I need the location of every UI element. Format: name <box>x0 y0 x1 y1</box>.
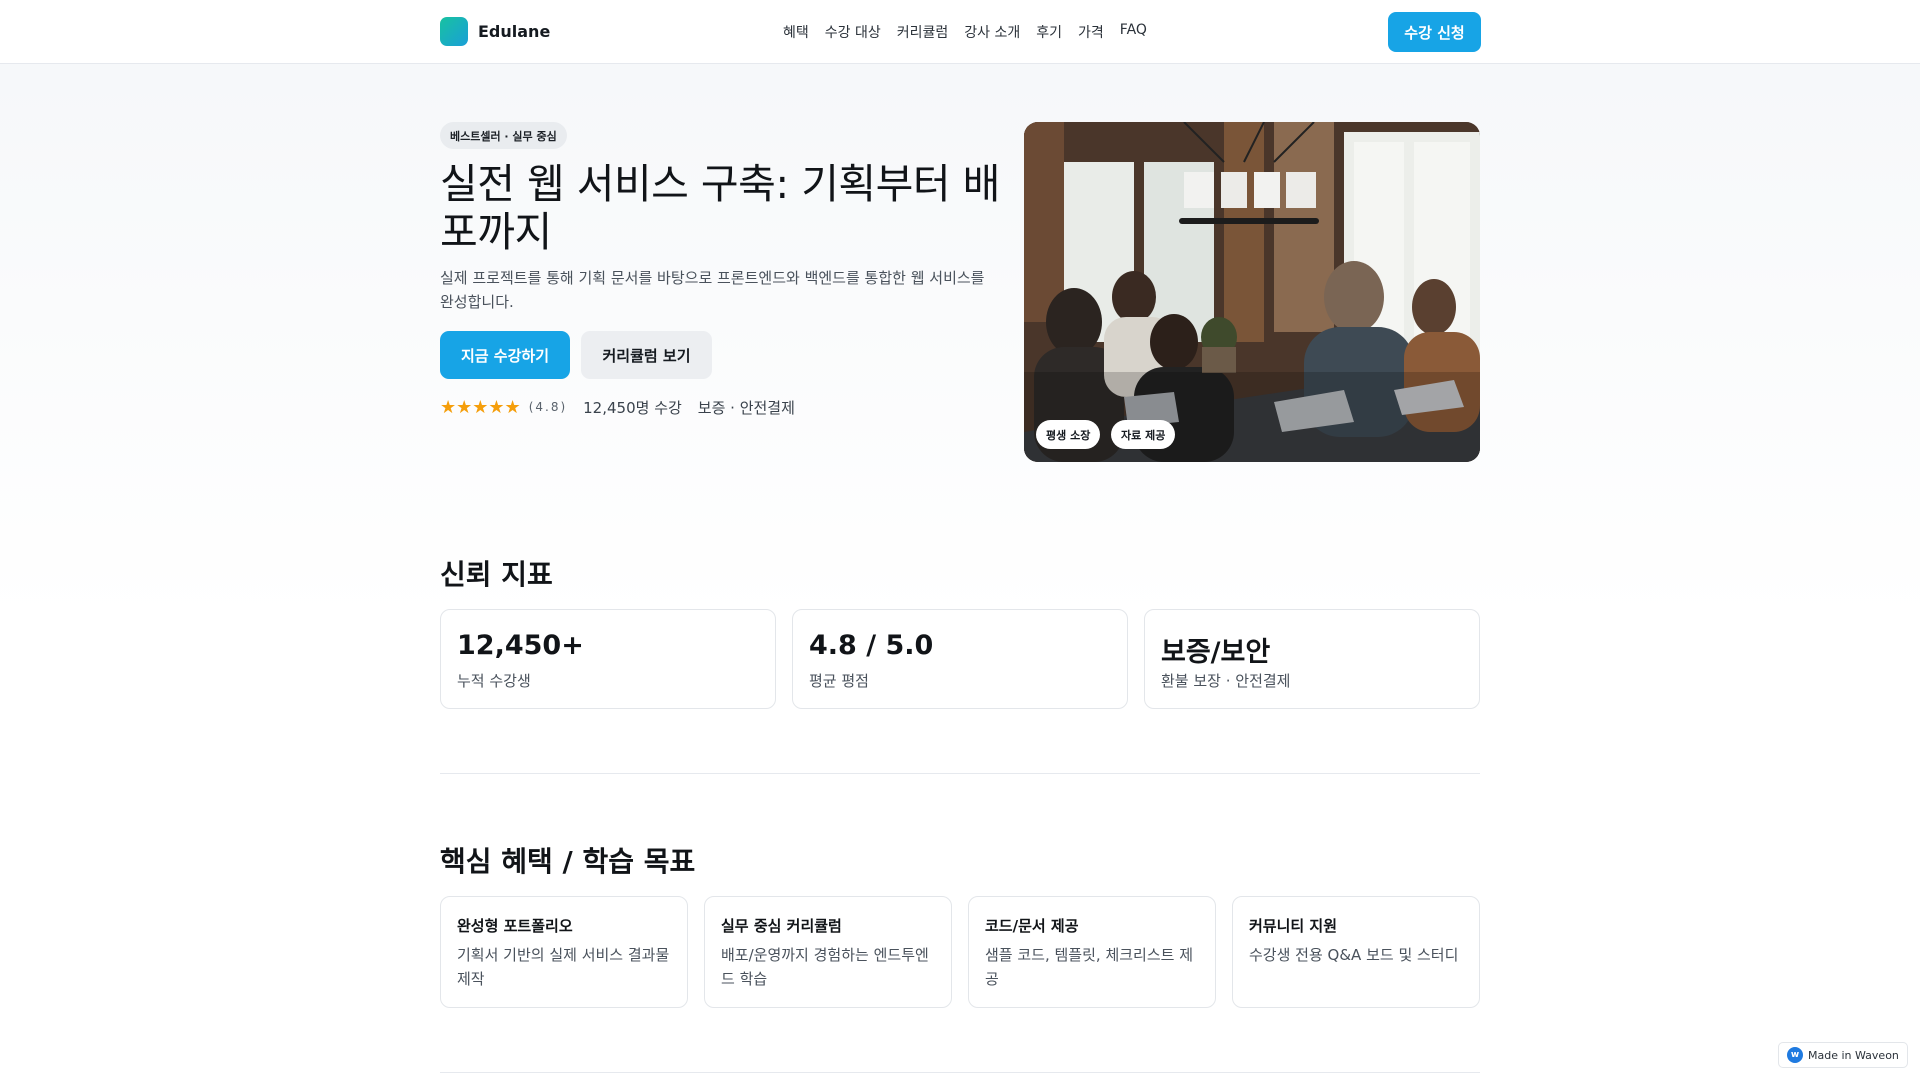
stat-value: 4.8 / 5.0 <box>809 630 934 661</box>
nav-link-reviews[interactable]: 후기 <box>1036 22 1062 42</box>
benefit-title: 코드/문서 제공 <box>985 917 1079 935</box>
stat-card-guarantee: 보증/보안 환불 보장 · 안전결제 <box>1144 609 1480 709</box>
benefit-title: 완성형 포트폴리오 <box>457 917 573 935</box>
brand-logo-icon <box>440 17 468 46</box>
benefit-description: 기획서 기반의 실제 서비스 결과물 제작 <box>457 946 670 988</box>
benefit-title: 실무 중심 커리큘럼 <box>721 917 842 935</box>
top-navigation-bar: Edulane 혜택 수강 대상 커리큘럼 강사 소개 후기 가격 FAQ 수강… <box>0 0 1920 64</box>
main-nav: 혜택 수강 대상 커리큘럼 강사 소개 후기 가격 FAQ <box>783 22 1147 42</box>
view-curriculum-button[interactable]: 커리큘럼 보기 <box>581 331 712 379</box>
section-divider <box>440 773 1480 774</box>
hero-image: 평생 소장 자료 제공 <box>1024 122 1480 462</box>
waveon-logo-icon: w <box>1787 1047 1803 1063</box>
benefit-title: 커뮤니티 지원 <box>1249 917 1338 935</box>
stat-label: 누적 수강생 <box>457 672 531 690</box>
hero-subtitle: 실제 프로젝트를 통해 기획 문서를 바탕으로 프론트엔드와 백엔드를 통합한 … <box>440 269 985 311</box>
section-divider <box>440 1072 1480 1073</box>
trust-section-title: 신뢰 지표 <box>440 558 553 591</box>
stat-label: 환불 보장 · 안전결제 <box>1161 672 1291 690</box>
benefit-description: 배포/운영까지 경험하는 엔드투엔드 학습 <box>721 946 929 988</box>
waveon-badge-text: Made in Waveon <box>1808 1048 1899 1062</box>
nav-link-benefits[interactable]: 혜택 <box>783 22 809 42</box>
benefit-card-curriculum: 실무 중심 커리큘럼 배포/운영까지 경험하는 엔드투엔드 학습 <box>704 896 952 1008</box>
star-rating-icon: ★★★★★ <box>440 396 521 418</box>
stat-card-students: 12,450+ 누적 수강생 <box>440 609 776 709</box>
stat-label: 평균 평점 <box>809 672 869 690</box>
rating-row: ★★★★★ (4.8) 12,450명 수강 보증 · 안전결제 <box>440 396 795 418</box>
benefit-card-community: 커뮤니티 지원 수강생 전용 Q&A 보드 및 스터디 <box>1232 896 1480 1008</box>
benefit-description: 샘플 코드, 템플릿, 체크리스트 제공 <box>985 946 1194 988</box>
benefits-section-title: 핵심 혜택 / 학습 목표 <box>440 845 696 878</box>
nav-link-audience[interactable]: 수강 대상 <box>825 22 881 42</box>
stat-card-rating: 4.8 / 5.0 평균 평점 <box>792 609 1128 709</box>
nav-link-curriculum[interactable]: 커리큘럼 <box>897 22 949 42</box>
brand-name: Edulane <box>478 22 551 41</box>
stat-value: 12,450+ <box>457 630 584 661</box>
benefit-description: 수강생 전용 Q&A 보드 및 스터디 <box>1249 946 1459 964</box>
brand[interactable]: Edulane <box>440 17 550 46</box>
hero-title: 실전 웹 서비스 구축: 기획부터 배포까지 <box>440 160 1000 256</box>
nav-link-pricing[interactable]: 가격 <box>1078 22 1104 42</box>
stat-value: 보증/보안 <box>1161 637 1271 668</box>
enroll-now-button[interactable]: 지금 수강하기 <box>440 331 570 379</box>
secure-payment-note: 보증 · 안전결제 <box>697 398 795 417</box>
materials-provided-chip: 자료 제공 <box>1111 420 1176 449</box>
rating-value: (4.8) <box>528 400 568 414</box>
student-count: 12,450명 수강 <box>583 398 682 417</box>
hero-badge: 베스트셀러 · 실무 중심 <box>440 122 567 149</box>
classroom-photo-illustration <box>1024 122 1480 462</box>
nav-link-instructor[interactable]: 강사 소개 <box>964 22 1020 42</box>
nav-link-faq[interactable]: FAQ <box>1120 22 1147 42</box>
made-in-waveon-badge[interactable]: w Made in Waveon <box>1778 1042 1908 1068</box>
lifetime-access-chip: 평생 소장 <box>1036 420 1101 449</box>
benefit-card-portfolio: 완성형 포트폴리오 기획서 기반의 실제 서비스 결과물 제작 <box>440 896 688 1008</box>
benefit-card-code-docs: 코드/문서 제공 샘플 코드, 템플릿, 체크리스트 제공 <box>968 896 1216 1008</box>
enroll-button[interactable]: 수강 신청 <box>1388 12 1481 52</box>
